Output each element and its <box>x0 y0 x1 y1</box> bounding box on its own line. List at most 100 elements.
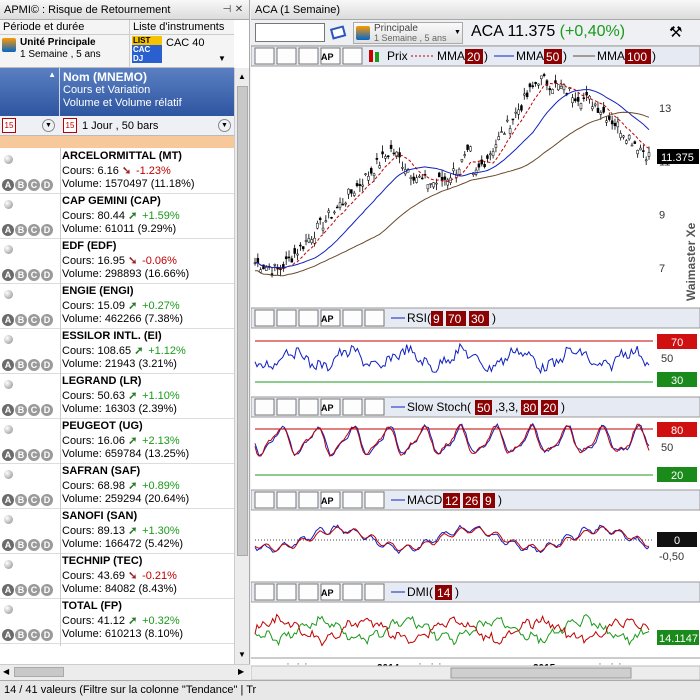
badge-icon[interactable]: A <box>2 584 14 596</box>
status-dot-icon[interactable] <box>4 470 13 479</box>
list-item[interactable]: ABCD EDF (EDF) Cours: 16.95 ➘ -0.06% Volu… <box>0 239 234 284</box>
close-circle-icon[interactable] <box>364 398 385 416</box>
badge-icon[interactable]: A <box>2 449 14 461</box>
status-dot-icon[interactable] <box>4 515 13 524</box>
multi-wrench-icon[interactable] <box>298 47 319 65</box>
badge-icon[interactable]: C <box>28 269 40 281</box>
tools-icon[interactable]: ⚒ <box>669 23 689 43</box>
badge-icon[interactable]: B <box>15 539 27 551</box>
square-icon[interactable] <box>342 47 363 65</box>
badge-icon[interactable]: D <box>41 449 53 461</box>
list-item[interactable]: ABCD TOTAL (FP) Cours: 41.12 ➚ +0.32% Vol… <box>0 599 234 644</box>
badge-icon[interactable]: B <box>15 314 27 326</box>
list-item[interactable]: ABCD ARCELORMITTAL (MT) Cours: 6.16 ➘ -1.… <box>0 149 234 194</box>
scroll-right-icon[interactable]: ▶ <box>238 667 244 676</box>
status-dot-icon[interactable] <box>4 335 13 344</box>
badge-icon[interactable]: D <box>41 314 53 326</box>
badge-icon[interactable]: B <box>15 629 27 641</box>
chevron-down-icon[interactable]: ▼ <box>454 29 461 36</box>
unit-selector[interactable]: Principale 1 Semaine , 5 ans ▼ <box>353 22 463 44</box>
badge-icon[interactable]: B <box>15 269 27 281</box>
list-item[interactable]: ABCD ENGIE (ENGI) Cours: 15.09 ➚ +0.27% V… <box>0 284 234 329</box>
badge-icon[interactable]: D <box>41 404 53 416</box>
symbol-input[interactable] <box>255 23 325 42</box>
badge-icon[interactable]: B <box>15 404 27 416</box>
calendar-icon[interactable]: 15 <box>2 118 16 133</box>
scrollbar-thumb[interactable] <box>237 86 248 556</box>
badge-icon[interactable]: D <box>41 359 53 371</box>
pin-icon[interactable]: ⊣ <box>221 4 233 15</box>
badge-icon[interactable]: D <box>41 269 53 281</box>
row-header-cell[interactable]: ▲ <box>0 68 60 116</box>
status-dot-icon[interactable] <box>4 605 13 614</box>
badge-icon[interactable]: A <box>2 179 14 191</box>
hscroll-thumb[interactable] <box>14 667 64 677</box>
badge-icon[interactable]: B <box>15 359 27 371</box>
list-item[interactable]: ABCD ESSILOR INTL. (EI) Cours: 108.65 ➚ +… <box>0 329 234 374</box>
badge-icon[interactable]: C <box>28 494 40 506</box>
multi-wrench-icon[interactable] <box>298 491 319 509</box>
badge-icon[interactable]: A <box>2 629 14 641</box>
scroll-down-icon[interactable]: ▼ <box>238 650 246 659</box>
badge-icon[interactable]: A <box>2 269 14 281</box>
chevron-down-icon[interactable]: ▼ <box>218 119 231 132</box>
wrench-icon[interactable] <box>254 309 275 327</box>
badge-icon[interactable]: D <box>41 629 53 641</box>
badge-icon[interactable]: C <box>28 404 40 416</box>
wave-add-icon[interactable] <box>276 47 297 65</box>
status-dot-icon[interactable] <box>4 155 13 164</box>
book-icon[interactable] <box>329 23 349 42</box>
badge-icon[interactable]: C <box>28 449 40 461</box>
badge-icon[interactable]: D <box>41 539 53 551</box>
list-item[interactable]: ABCD LEGRAND (LR) Cours: 50.63 ➚ +1.10% V… <box>0 374 234 419</box>
badge-icon[interactable]: C <box>28 179 40 191</box>
multi-wrench-icon[interactable] <box>298 309 319 327</box>
square-icon[interactable] <box>342 309 363 327</box>
wrench-icon[interactable] <box>254 583 275 601</box>
badge-icon[interactable]: D <box>41 584 53 596</box>
close-icon[interactable]: ✕ <box>233 4 245 15</box>
status-dot-icon[interactable] <box>4 290 13 299</box>
close-circle-icon[interactable] <box>364 309 385 327</box>
wrench-icon[interactable] <box>254 47 275 65</box>
badge-icon[interactable]: B <box>15 224 27 236</box>
badge-icon[interactable]: B <box>15 584 27 596</box>
wave-add-icon[interactable] <box>276 491 297 509</box>
badge-icon[interactable]: C <box>28 629 40 641</box>
badge-icon[interactable]: A <box>2 359 14 371</box>
wave-add-icon[interactable] <box>276 309 297 327</box>
multi-wrench-icon[interactable] <box>298 398 319 416</box>
badge-icon[interactable]: B <box>15 179 27 191</box>
square-icon[interactable] <box>342 398 363 416</box>
scroll-up-icon[interactable]: ▲ <box>238 72 246 81</box>
list-item[interactable]: ABCD TECHNIP (TEC) Cours: 43.69 ➘ -0.21% … <box>0 554 234 599</box>
close-circle-icon[interactable] <box>364 491 385 509</box>
badge-icon[interactable]: D <box>41 494 53 506</box>
status-dot-icon[interactable] <box>4 245 13 254</box>
calendar-icon[interactable]: 15 <box>63 118 77 133</box>
badge-icon[interactable]: A <box>2 224 14 236</box>
badge-icon[interactable]: B <box>15 449 27 461</box>
badge-icon[interactable]: C <box>28 539 40 551</box>
multi-wrench-icon[interactable] <box>298 583 319 601</box>
chart-area[interactable]: APPrixMMA(20)MMA(50)MMA(100)13119711.375… <box>251 46 700 680</box>
wrench-icon[interactable] <box>254 398 275 416</box>
dropdown-arrow-icon[interactable]: ▼ <box>218 54 226 63</box>
period-selector[interactable]: Période et durée Unité Principale 1 Sema… <box>0 20 130 68</box>
status-dot-icon[interactable] <box>4 200 13 209</box>
list-item[interactable]: ABCD SAFRAN (SAF) Cours: 68.98 ➚ +0.89% V… <box>0 464 234 509</box>
chart-hscroll-thumb[interactable] <box>450 667 632 679</box>
badge-icon[interactable]: C <box>28 584 40 596</box>
wave-add-icon[interactable] <box>276 583 297 601</box>
badge-icon[interactable]: A <box>2 314 14 326</box>
badge-icon[interactable]: A <box>2 494 14 506</box>
badge-icon[interactable]: D <box>41 224 53 236</box>
list-item[interactable]: ABCD CAP GEMINI (CAP) Cours: 80.44 ➚ +1.5… <box>0 194 234 239</box>
badge-icon[interactable]: A <box>2 404 14 416</box>
column-header[interactable]: Nom (MNEMO) Cours et Variation Volume et… <box>63 71 182 110</box>
list-item[interactable]: ABCD PEUGEOT (UG) Cours: 16.06 ➚ +2.13% V… <box>0 419 234 464</box>
horizontal-scrollbar[interactable]: ◀ ▶ <box>0 664 250 680</box>
wrench-icon[interactable] <box>254 491 275 509</box>
badge-icon[interactable]: C <box>28 359 40 371</box>
badge-icon[interactable]: D <box>41 179 53 191</box>
